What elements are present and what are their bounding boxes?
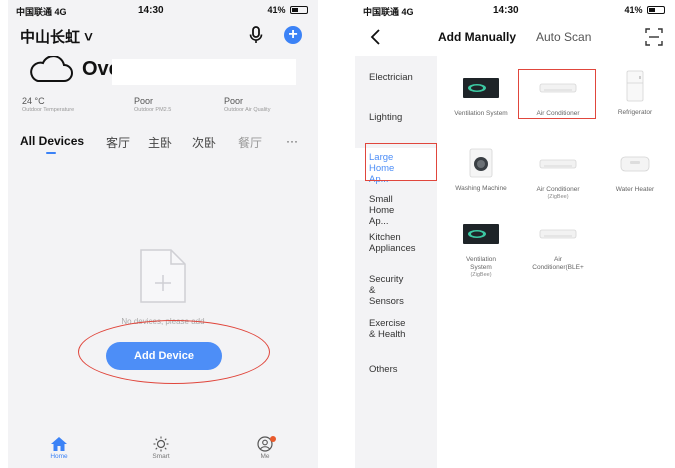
nav-me[interactable]: Me: [240, 436, 290, 460]
redaction-mask: [112, 59, 296, 85]
washing-machine-icon: [469, 148, 493, 178]
nav-label: Me: [260, 453, 270, 460]
metric-air-quality: Poor Outdoor Air Quality: [224, 96, 270, 113]
category-sidebar: Electrician Lighting Large Home Ap... Sm…: [355, 56, 437, 468]
home-icon: [51, 437, 67, 451]
battery-indicator: 41%: [624, 5, 665, 15]
metric-label: Outdoor Air Quality: [224, 107, 271, 113]
water-heater-icon: [620, 156, 650, 172]
tab-dining-room[interactable]: 餐厅: [238, 134, 262, 151]
environment-metrics: 24 °C Outdoor Temperature Poor Outdoor P…: [22, 96, 312, 122]
highlight-ellipse: [78, 320, 270, 384]
device-refrigerator[interactable]: Refrigerator: [595, 70, 675, 117]
tab-auto-scan[interactable]: Auto Scan: [536, 30, 591, 44]
air-conditioner-icon: [539, 229, 577, 239]
bottom-navigation: Home Smart Me: [8, 430, 318, 468]
screenshot: 中国联通 4G 14:30 41% 中山长虹 ˅ + Overcast: [0, 0, 675, 468]
device-air-conditioner-ble[interactable]: Air Conditioner(BLE+: [518, 222, 598, 272]
add-device-header: Add Manually Auto Scan: [355, 26, 675, 52]
refrigerator-icon: [626, 70, 644, 102]
device-name: Water Heater: [615, 186, 655, 193]
metric-label: Outdoor Temperature: [22, 107, 75, 113]
tab-second-bedroom[interactable]: 次卧: [192, 134, 216, 151]
carrier-label: 中国联通 4G: [16, 7, 67, 17]
battery-percent: 41%: [624, 5, 643, 15]
carrier-label: 中国联通 4G: [363, 7, 414, 17]
clock: 14:30: [493, 5, 519, 16]
nav-label: Smart: [152, 453, 170, 460]
category-kitchen-appliances[interactable]: Kitchen Appliances: [355, 232, 437, 254]
highlight-box: [365, 143, 437, 181]
metric-label: Outdoor PM2.5: [134, 107, 172, 113]
device-name: Air Conditioner: [536, 186, 580, 193]
category-exercise-health[interactable]: Exercise & Health: [355, 318, 437, 340]
back-arrow-icon[interactable]: [369, 28, 383, 46]
sun-icon: [153, 436, 169, 452]
status-bar: 中国联通 4G 14:30 41%: [8, 0, 318, 22]
device-name: Washing Machine: [455, 185, 507, 192]
metric-value: Poor: [224, 96, 244, 106]
tab-add-manually[interactable]: Add Manually: [438, 30, 516, 44]
category-electrician[interactable]: Electrician: [355, 72, 437, 83]
add-device-screen: 中国联通 4G 14:30 41% Add Manually Auto Scan…: [355, 0, 675, 468]
device-protocol: (ZigBee): [547, 194, 569, 200]
battery-indicator: 41%: [267, 5, 308, 15]
metric-value: Poor: [134, 96, 154, 106]
category-small-home-appliances[interactable]: Small Home Ap...: [355, 194, 437, 227]
more-tabs-button[interactable]: ···: [286, 134, 298, 148]
notification-dot: [270, 436, 276, 442]
device-washing-machine[interactable]: Washing Machine: [441, 148, 521, 193]
device-water-heater[interactable]: Water Heater: [595, 152, 675, 194]
battery-percent: 41%: [267, 5, 286, 15]
device-name: Ventilation System: [466, 256, 496, 271]
home-selector[interactable]: 中山长虹 ˅: [20, 26, 93, 47]
device-name: Refrigerator: [617, 109, 653, 116]
air-conditioner-icon: [539, 159, 577, 169]
highlight-box: [518, 69, 596, 119]
device-name: Air Conditioner(BLE+: [532, 256, 584, 271]
tab-master-bedroom[interactable]: 主卧: [148, 134, 172, 151]
cloud-icon: [30, 56, 73, 82]
add-plus-button[interactable]: +: [284, 26, 302, 44]
home-screen: 中国联通 4G 14:30 41% 中山长虹 ˅ + Overcast: [8, 0, 318, 468]
home-header: 中山长虹 ˅ +: [16, 24, 310, 48]
active-tab-indicator: [46, 152, 56, 154]
ventilation-icon: [463, 78, 499, 98]
scan-icon[interactable]: [645, 28, 663, 46]
microphone-icon[interactable]: [246, 25, 266, 45]
device-name: Ventilation System: [454, 110, 508, 117]
tab-living-room[interactable]: 客厅: [106, 134, 130, 151]
nav-home[interactable]: Home: [34, 436, 84, 460]
nav-smart[interactable]: Smart: [136, 436, 186, 460]
device-ventilation-system-zigbee[interactable]: Ventilation System (ZigBee): [441, 222, 521, 279]
battery-icon: [290, 6, 308, 14]
category-security-sensors[interactable]: Security & Sensors: [355, 274, 437, 307]
weather-summary: Overcast: [22, 56, 302, 90]
device-protocol: (ZigBee): [470, 272, 492, 278]
category-others[interactable]: Others: [355, 364, 437, 375]
empty-document-icon: [140, 249, 186, 303]
metric-temperature: 24 °C Outdoor Temperature: [22, 96, 74, 113]
clock: 14:30: [138, 5, 164, 16]
battery-icon: [647, 6, 665, 14]
room-tabs: All Devices 客厅 主卧 次卧 餐厅 ···: [20, 134, 316, 158]
metric-pm25: Poor Outdoor PM2.5: [134, 96, 171, 113]
nav-label: Home: [50, 453, 68, 460]
category-lighting[interactable]: Lighting: [355, 112, 437, 123]
tab-all-devices[interactable]: All Devices: [20, 134, 84, 148]
ventilation-icon: [463, 224, 499, 244]
device-air-conditioner-zigbee[interactable]: Air Conditioner (ZigBee): [518, 152, 598, 201]
device-ventilation-system[interactable]: Ventilation System: [441, 76, 521, 118]
status-bar: 中国联通 4G 14:30 41%: [355, 0, 675, 22]
metric-value: 24 °C: [22, 96, 45, 106]
